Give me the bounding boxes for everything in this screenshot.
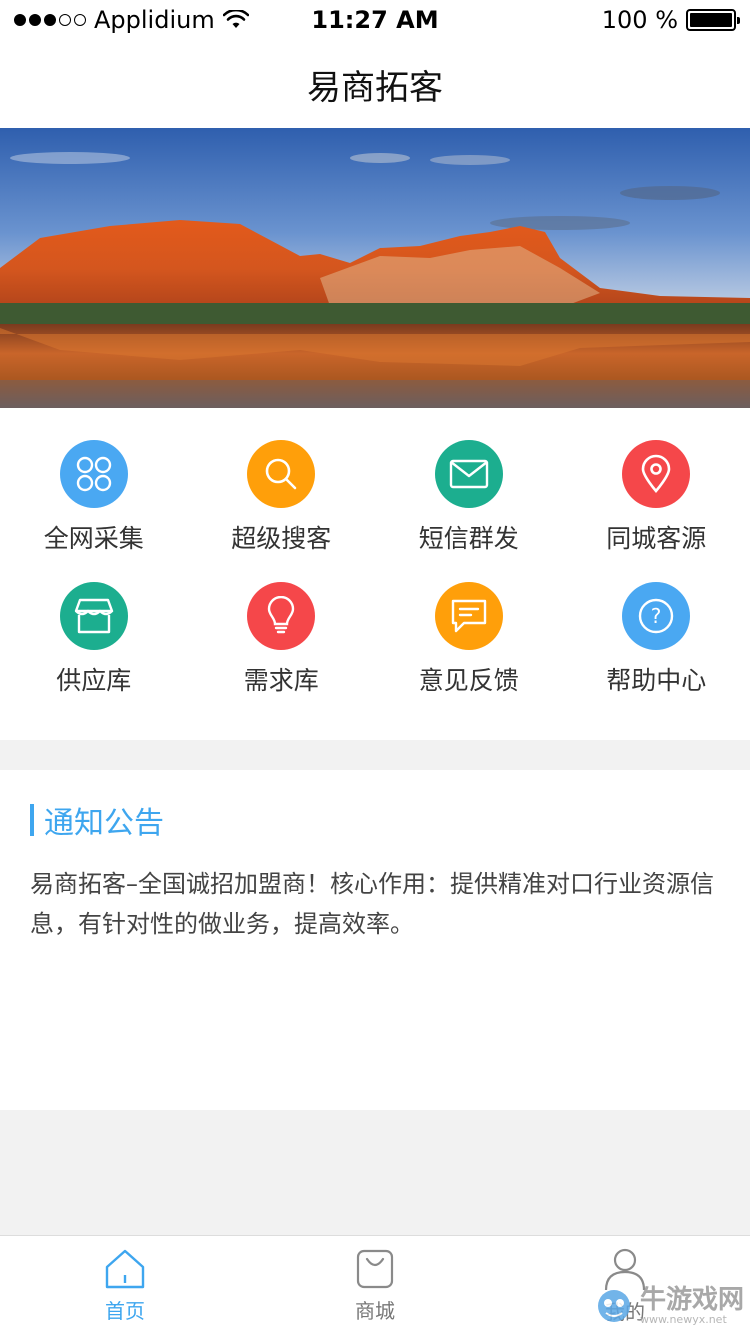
mail-icon bbox=[434, 440, 503, 508]
feature-grid-panel: 全网采集 超级搜客 短信群发 同城客源 供应库 需求库 意见反馈 ? 帮助中心 bbox=[0, 408, 750, 740]
grid-item-label: 需求库 bbox=[243, 666, 319, 695]
notice-accent-bar bbox=[30, 804, 34, 836]
watermark-text: 牛游戏网 bbox=[639, 1284, 744, 1315]
status-bar: Applidium 11:27 AM 100 % bbox=[0, 0, 750, 40]
grid-item-quanwang-caiji[interactable]: 全网采集 bbox=[0, 440, 188, 560]
grid-item-label: 全网采集 bbox=[43, 524, 144, 553]
wifi-icon bbox=[222, 10, 249, 28]
svg-text:?: ? bbox=[651, 604, 662, 628]
home-icon bbox=[105, 1249, 145, 1288]
grid-item-label: 帮助中心 bbox=[606, 666, 707, 695]
clover-icon bbox=[59, 440, 128, 508]
tab-home[interactable]: 首页 bbox=[0, 1236, 250, 1334]
signal-strength-icon bbox=[14, 14, 86, 26]
tab-mall[interactable]: 商城 bbox=[250, 1236, 500, 1334]
notice-section: 通知公告 易商拓客–全国诚招加盟商！核心作用：提供精准对口行业资源信息，有针对性… bbox=[0, 770, 750, 1110]
chat-bubble-icon bbox=[434, 582, 503, 650]
grid-item-xuqiu-ku[interactable]: 需求库 bbox=[188, 582, 376, 702]
battery-percent: 100 % bbox=[601, 6, 678, 34]
lightbulb-icon bbox=[247, 582, 316, 650]
mascot-logo-icon bbox=[597, 1290, 630, 1322]
grid-item-label: 超级搜客 bbox=[231, 524, 332, 553]
store-icon bbox=[59, 582, 128, 650]
carrier-name: Applidium bbox=[94, 6, 215, 34]
search-icon bbox=[247, 440, 316, 508]
tab-label: 首页 bbox=[105, 1298, 145, 1323]
notice-title: 通知公告 bbox=[44, 806, 164, 841]
location-pin-icon bbox=[622, 440, 691, 508]
battery-icon bbox=[686, 9, 740, 31]
grid-item-tongcheng-keyuan[interactable]: 同城客源 bbox=[563, 440, 750, 560]
grid-item-bangzhu-zhongxin[interactable]: ? 帮助中心 bbox=[563, 582, 750, 702]
site-watermark: 牛游戏网 www.newyx.net bbox=[594, 1286, 744, 1326]
notice-body: 易商拓客–全国诚招加盟商！核心作用：提供精准对口行业资源信息，有针对性的做业务，… bbox=[30, 870, 714, 938]
grid-item-label: 供应库 bbox=[56, 666, 132, 695]
nav-bar: 易商拓客 bbox=[0, 40, 750, 128]
notice-header: 通知公告 bbox=[30, 798, 720, 842]
help-icon: ? bbox=[622, 582, 691, 650]
grid-item-label: 同城客源 bbox=[606, 524, 707, 553]
tab-label: 商城 bbox=[355, 1298, 395, 1323]
shopping-bag-icon bbox=[356, 1249, 394, 1288]
banner-image[interactable] bbox=[0, 128, 750, 408]
status-right: 100 % bbox=[601, 6, 740, 34]
grid-item-label: 意见反馈 bbox=[418, 666, 519, 695]
grid-item-label: 短信群发 bbox=[418, 524, 519, 553]
status-left: Applidium bbox=[14, 6, 602, 34]
grid-item-gongying-ku[interactable]: 供应库 bbox=[0, 582, 188, 702]
grid-item-chaoji-souke[interactable]: 超级搜客 bbox=[188, 440, 376, 560]
page-title: 易商拓客 bbox=[307, 67, 443, 108]
banner-landscape bbox=[0, 128, 750, 408]
feature-grid: 全网采集 超级搜客 短信群发 同城客源 供应库 需求库 意见反馈 ? 帮助中心 bbox=[0, 408, 750, 702]
grid-item-yijian-fankui[interactable]: 意见反馈 bbox=[375, 582, 563, 702]
grid-item-duanxin-qunfa[interactable]: 短信群发 bbox=[375, 440, 563, 560]
